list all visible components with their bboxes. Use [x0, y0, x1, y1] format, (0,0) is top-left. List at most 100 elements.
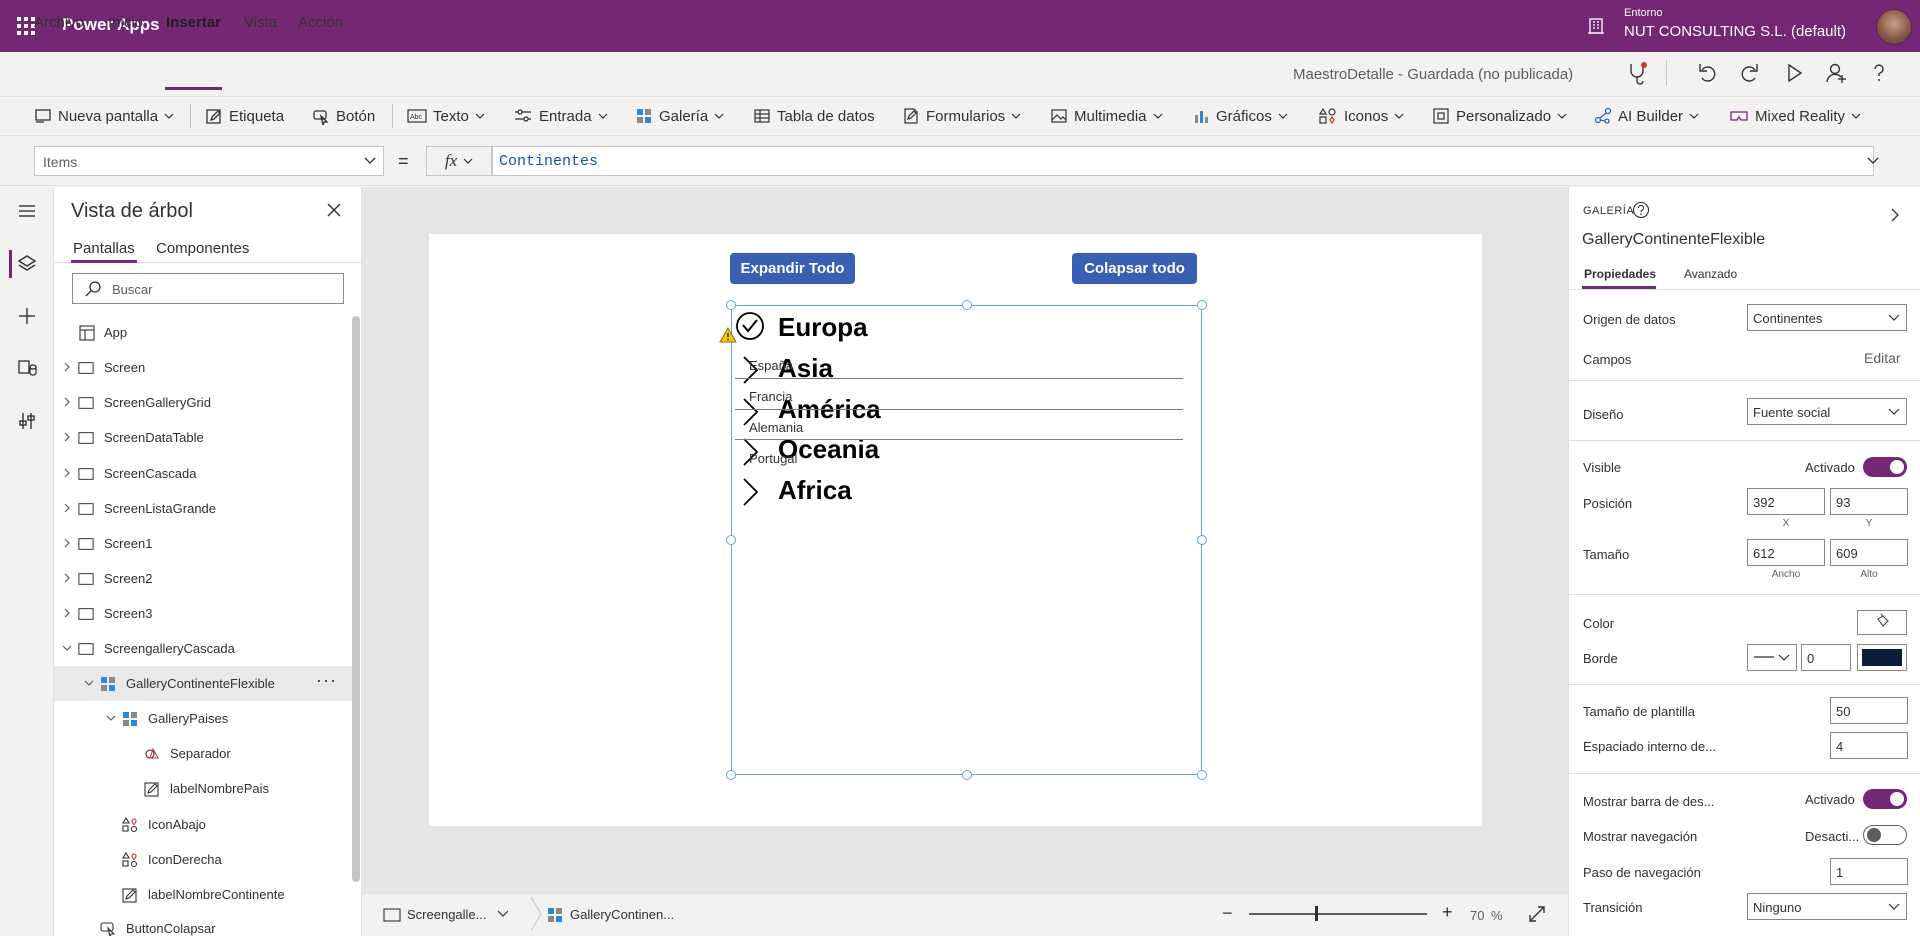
border-color-picker[interactable] — [1857, 644, 1907, 671]
tree-scrollbar[interactable] — [352, 316, 360, 882]
ribbon-custom[interactable]: Personalizado — [1432, 104, 1567, 128]
menu-archivo[interactable]: Archivo — [34, 14, 84, 31]
tree-item-label-control[interactable]: labelNombreContinente — [54, 877, 354, 912]
tree-item-screen[interactable]: ScreenCascada — [54, 456, 354, 491]
zoom-slider[interactable] — [1249, 913, 1427, 915]
insert-plus-icon[interactable] — [14, 303, 40, 329]
resize-handle[interactable] — [1197, 535, 1207, 545]
resize-handle[interactable] — [726, 300, 736, 310]
chevron-right-icon[interactable] — [62, 538, 72, 548]
tree-item-gallery-selected[interactable]: GalleryContinenteFlexible ··· — [54, 666, 354, 701]
navigation-toggle[interactable] — [1863, 825, 1907, 845]
tab-pantallas[interactable]: Pantallas — [73, 240, 135, 257]
chevron-right-icon[interactable] — [62, 573, 72, 583]
fill-color-picker[interactable] — [1857, 610, 1907, 635]
collapse-all-button[interactable]: Colapsar todo — [1072, 253, 1197, 284]
menu-accion[interactable]: Acción — [298, 14, 343, 31]
chevron-down-circle-icon[interactable] — [735, 311, 765, 341]
tree-item-screen[interactable]: ScreenListaGrande — [54, 491, 354, 526]
chevron-right-icon[interactable] — [62, 468, 72, 478]
tree-item-label-control[interactable]: labelNombrePais — [54, 771, 354, 806]
advanced-tools-icon[interactable] — [14, 408, 40, 434]
tree-item-screen[interactable]: Screen2 — [54, 561, 354, 596]
control-name[interactable]: GalleryContinenteFlexible — [1582, 231, 1765, 249]
tree-item-icon-control[interactable]: IconDerecha — [54, 842, 354, 877]
chevron-right-icon[interactable] — [62, 397, 72, 407]
tree-item-shape[interactable]: Separador — [54, 736, 354, 771]
ribbon-ai-builder[interactable]: AI Builder — [1594, 104, 1699, 128]
ribbon-forms[interactable]: Formularios — [902, 104, 1021, 128]
chevron-down-icon[interactable] — [364, 156, 376, 166]
menu-inicio[interactable]: Inicio — [108, 14, 143, 31]
ribbon-mixed-reality[interactable]: Mixed Reality — [1729, 104, 1861, 128]
ribbon-new-screen[interactable]: Nueva pantalla — [34, 104, 174, 128]
ribbon-gallery[interactable]: Galería — [635, 104, 724, 128]
size-height-input[interactable]: 609 — [1830, 539, 1908, 566]
chevron-right-icon[interactable] — [62, 362, 72, 372]
ribbon-data-table[interactable]: Tabla de datos — [753, 104, 875, 128]
tree-item-screen[interactable]: ScreenGalleryGrid — [54, 385, 354, 420]
chevron-right-icon[interactable] — [62, 608, 72, 618]
layout-dropdown[interactable]: Fuente social — [1747, 398, 1907, 425]
zoom-in-button[interactable]: + — [1442, 902, 1453, 923]
chevron-down-icon[interactable] — [497, 909, 509, 919]
chevron-down-icon[interactable] — [62, 643, 72, 653]
tab-componentes[interactable]: Componentes — [156, 240, 249, 257]
tree-item-app[interactable]: App — [54, 315, 354, 350]
zoom-out-button[interactable]: − — [1222, 903, 1233, 924]
chevron-right-icon[interactable] — [62, 432, 72, 442]
fit-to-window-icon[interactable] — [1527, 904, 1547, 924]
chevron-right-icon[interactable] — [62, 503, 72, 513]
tab-propiedades[interactable]: Propiedades — [1584, 267, 1656, 281]
tree-item-screen[interactable]: Screen1 — [54, 526, 354, 561]
play-icon[interactable] — [1781, 60, 1807, 86]
control-breadcrumb[interactable]: GalleryContinen... — [570, 907, 674, 922]
fields-edit-link[interactable]: Editar — [1864, 350, 1901, 366]
size-width-input[interactable]: 612 — [1747, 539, 1825, 566]
tree-item-screen[interactable]: Screen — [54, 350, 354, 385]
expand-formula-icon[interactable] — [1867, 156, 1879, 166]
data-source-icon[interactable] — [14, 355, 40, 381]
transition-dropdown[interactable]: Ninguno — [1747, 893, 1907, 920]
nav-step-input[interactable]: 1 — [1830, 858, 1908, 885]
visible-toggle[interactable] — [1863, 457, 1907, 477]
environment-name[interactable]: NUT CONSULTING S.L. (default) — [1624, 23, 1846, 40]
ribbon-input[interactable]: Entrada — [513, 104, 608, 128]
undo-icon[interactable] — [1694, 60, 1720, 86]
zoom-slider-thumb[interactable] — [1314, 906, 1318, 921]
expand-all-button[interactable]: Expandir Todo — [730, 253, 855, 284]
formula-input[interactable]: Continentes — [492, 146, 1874, 176]
ribbon-icons[interactable]: Iconos — [1318, 104, 1404, 128]
chevron-down-icon[interactable] — [84, 678, 94, 688]
resize-handle[interactable] — [962, 300, 972, 310]
property-select[interactable]: Items — [34, 146, 384, 176]
ribbon-charts[interactable]: Gráficos — [1192, 104, 1288, 128]
position-x-input[interactable]: 392 — [1747, 488, 1825, 515]
chevron-right-icon[interactable] — [740, 477, 760, 507]
padding-input[interactable]: 4 — [1830, 732, 1908, 759]
function-button[interactable]: fx — [426, 146, 492, 176]
template-size-input[interactable]: 50 — [1830, 697, 1908, 724]
resize-handle[interactable] — [1197, 300, 1207, 310]
help-icon[interactable] — [1866, 60, 1892, 86]
menu-vista[interactable]: Vista — [244, 14, 277, 31]
border-style-dropdown[interactable] — [1747, 644, 1797, 671]
border-width-input[interactable]: 0 — [1801, 644, 1851, 671]
tree-item-screen[interactable]: ScreenDataTable — [54, 420, 354, 455]
collapse-panel-icon[interactable] — [1887, 207, 1903, 223]
user-avatar[interactable] — [1876, 9, 1912, 45]
help-icon[interactable] — [1632, 201, 1650, 219]
share-user-icon[interactable] — [1823, 60, 1849, 86]
tree-item-screen[interactable]: Screen3 — [54, 596, 354, 631]
data-source-dropdown[interactable]: Continentes — [1747, 304, 1907, 331]
hamburger-menu-icon[interactable] — [14, 198, 40, 224]
zoom-value[interactable]: 70 — [1470, 908, 1484, 923]
ribbon-button[interactable]: Botón — [312, 104, 375, 128]
resize-handle[interactable] — [1197, 770, 1207, 780]
menu-insertar[interactable]: Insertar — [166, 14, 221, 31]
tree-item-button-control[interactable]: ButtonColapsar — [54, 912, 354, 936]
app-checker-icon[interactable] — [1624, 60, 1650, 86]
resize-handle[interactable] — [726, 535, 736, 545]
close-icon[interactable] — [325, 201, 343, 219]
chevron-down-icon[interactable] — [106, 713, 116, 723]
